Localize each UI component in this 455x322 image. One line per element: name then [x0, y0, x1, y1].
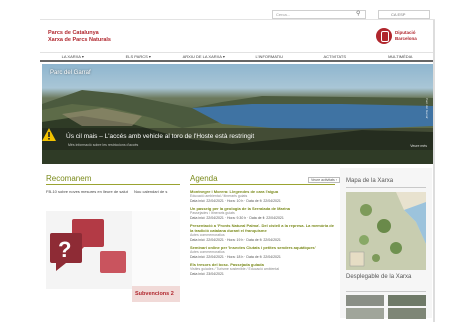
agenda-item[interactable]: Seminari online per 'Insectes Ciutats i … [190, 245, 335, 259]
agenda-item-title: Presentació a 'Fronts Natural Palma'. De… [190, 223, 334, 233]
warning-icon [42, 128, 56, 141]
agenda-item-date: Data inici: 23/04/2021 [190, 271, 224, 276]
deploy-heading[interactable]: Desplegable de la Xarxa [346, 274, 411, 281]
deploy-thumbnail[interactable] [388, 308, 426, 319]
recomanem-heading: Recomanem [46, 174, 92, 183]
diputacio-logo-text[interactable]: Diputació Barcelona [395, 30, 417, 42]
agenda-item[interactable]: Un passeig per la geologia de la Serrala… [190, 206, 335, 220]
agenda-more-button[interactable]: Veure activitats › [308, 177, 340, 183]
speech-bubbles-icon: ? [50, 219, 126, 273]
nav-item-informatiu[interactable]: L'INFORMATIU [237, 53, 303, 60]
hero-more-link[interactable]: Veure més [410, 144, 427, 148]
agenda-item[interactable]: Els tresors del bosc. Passejada guiada V… [190, 262, 335, 276]
top-bar: Cerca... ⚲ CA ESP [40, 8, 435, 20]
language-selector[interactable]: CA ESP [378, 10, 430, 19]
deploy-thumbnail[interactable] [388, 295, 426, 306]
map-icon [346, 192, 426, 270]
diputacio-logo-icon[interactable] [376, 28, 392, 44]
brand-line-2: Xarxa de Parcs Naturals [48, 37, 111, 43]
nav-item-la-xarxa[interactable]: LA XARXA ▾ [40, 53, 106, 60]
subvencions-label: Subvencions 2 [135, 291, 174, 297]
diputacio-line-2: Barcelona [395, 36, 417, 41]
hero-credit: Parc del Garraf [425, 98, 429, 119]
map-divider [346, 187, 426, 188]
agenda-divider [190, 184, 335, 185]
agenda-item-date: Data inici: 22/04/2021 · Hora: 19 h · Da… [190, 237, 281, 242]
agenda-item-date: Data inici: 22/04/2021 · Hora: 10 h · Da… [190, 198, 281, 203]
brand-line-1: Parcs de Catalunya [48, 30, 99, 36]
network-map-image[interactable] [346, 192, 426, 270]
recomanem-item-2[interactable]: Nou calendari de s [134, 189, 180, 194]
main-nav: LA XARXA ▾ ELS PARCS ▾ ARXIU DE LA XARXA… [40, 52, 433, 62]
search-icon[interactable]: ⚲ [356, 10, 360, 18]
search-input[interactable]: Cerca... [272, 10, 366, 19]
nav-item-multimedia[interactable]: MULTIMÈDIA [368, 53, 434, 60]
deploy-thumbnail[interactable] [346, 295, 384, 306]
page: Cerca... ⚲ CA ESP Parcs de Catalunya Xar… [40, 8, 435, 322]
agenda-heading: Agenda [190, 174, 218, 183]
hero-banner[interactable]: Parc del Garraf Parc del Garraf Ús cil m… [42, 64, 433, 164]
agenda-list: Montnegre i Morera: Llegendes de cara l'… [190, 189, 335, 279]
hero-title: Parc del Garraf [50, 70, 91, 76]
site-logo[interactable]: Parcs de Catalunya Xarxa de Parcs Natura… [48, 30, 111, 44]
recomanem-image-2[interactable] [132, 211, 180, 289]
recomanem-image[interactable]: ? [46, 211, 132, 289]
alert-bar[interactable]: Ús cil mais – L'accés amb vehicle al tor… [42, 128, 433, 150]
nav-item-els-parcs[interactable]: ELS PARCS ▾ [106, 53, 172, 60]
svg-text:?: ? [58, 237, 71, 262]
agenda-item[interactable]: Montnegre i Morera: Llegendes de cara l'… [190, 189, 335, 203]
recomanem-divider [46, 184, 180, 185]
agenda-item-date: Data inici: 22/04/2021 · Hora: 18 h · Da… [190, 254, 281, 259]
nav-item-arxiu[interactable]: ARXIU DE LA XARXA ▾ [171, 53, 237, 60]
deploy-thumbnail[interactable] [346, 308, 384, 319]
agenda-item[interactable]: Presentació a 'Fronts Natural Palma'. De… [190, 223, 335, 242]
recomanem-item-1[interactable]: FB-10 sobre noves mesures en lleure de s… [46, 189, 130, 194]
nav-item-activitats[interactable]: ACTIVITATS [302, 53, 368, 60]
agenda-item-date: Data inici: 22/04/2021 · Hora: 9.30 h · … [190, 215, 284, 220]
alert-message: Ús cil mais – L'accés amb vehicle al tor… [66, 133, 255, 140]
alert-subtext: Més informació sobre les restriccions d'… [68, 143, 139, 147]
deploy-divider [346, 291, 426, 292]
map-heading[interactable]: Mapa de la Xarxa [346, 178, 393, 185]
